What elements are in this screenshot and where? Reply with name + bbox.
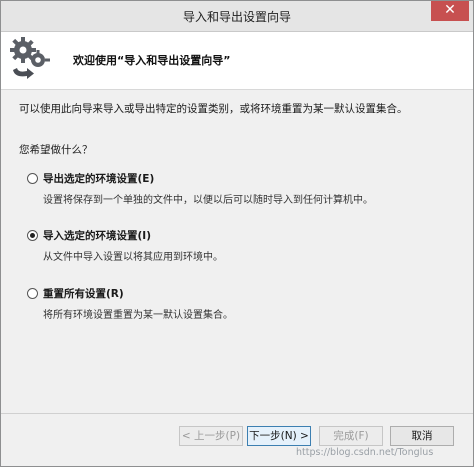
window-title: 导入和导出设置向导 <box>182 10 291 24</box>
close-icon: ✕ <box>444 2 456 18</box>
finish-button[interactable]: 完成(F) <box>319 426 383 446</box>
prev-button[interactable]: < 上一步(P) <box>179 426 243 446</box>
watermark: https://blog.csdn.net/Tonglus <box>296 447 434 458</box>
question-label: 您希望做什么？ <box>19 144 93 156</box>
wizard-window: 导入和导出设置向导 ✕ 欢迎使用“导入和导出设置向导” 可以使用此向导来导入或导… <box>0 0 474 467</box>
cancel-button[interactable]: 取消 <box>390 426 454 446</box>
intro-text: 可以使用此向导来导入或导出特定的设置类别，或将环境重置为某一默认设置集合。 <box>19 103 408 115</box>
header-title: 欢迎使用“导入和导出设置向导” <box>73 54 231 67</box>
option-import-label[interactable]: 导入选定的环境设置(I) <box>43 228 151 243</box>
radio-import[interactable] <box>27 230 38 241</box>
close-button[interactable]: ✕ <box>431 1 469 21</box>
option-reset-description: 将所有环境设置重置为某一默认设置集合。 <box>43 310 233 321</box>
option-import-description: 从文件中导入设置以将其应用到环境中。 <box>43 252 223 263</box>
radio-export[interactable] <box>27 173 38 184</box>
title-bar: 导入和导出设置向导 ✕ <box>1 1 473 32</box>
wizard-header: 欢迎使用“导入和导出设置向导” <box>1 32 473 90</box>
radio-reset[interactable] <box>27 288 38 299</box>
next-button[interactable]: 下一步(N) > <box>247 426 311 446</box>
footer-divider <box>1 413 473 414</box>
gears-arrow-icon <box>10 37 50 79</box>
option-export-label[interactable]: 导出选定的环境设置(E) <box>43 171 154 186</box>
option-export-description: 设置将保存到一个单独的文件中，以便以后可以随时导入到任何计算机中。 <box>43 195 373 206</box>
option-reset-label[interactable]: 重置所有设置(R) <box>43 286 124 301</box>
